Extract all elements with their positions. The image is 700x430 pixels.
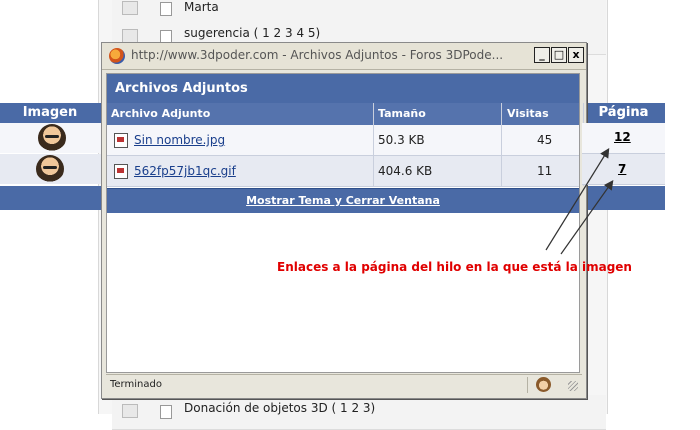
arrow-to-page-7	[560, 180, 614, 255]
annotation-arrows	[545, 147, 614, 255]
annotation-text: Enlaces a la página del hilo en la que e…	[277, 260, 632, 274]
